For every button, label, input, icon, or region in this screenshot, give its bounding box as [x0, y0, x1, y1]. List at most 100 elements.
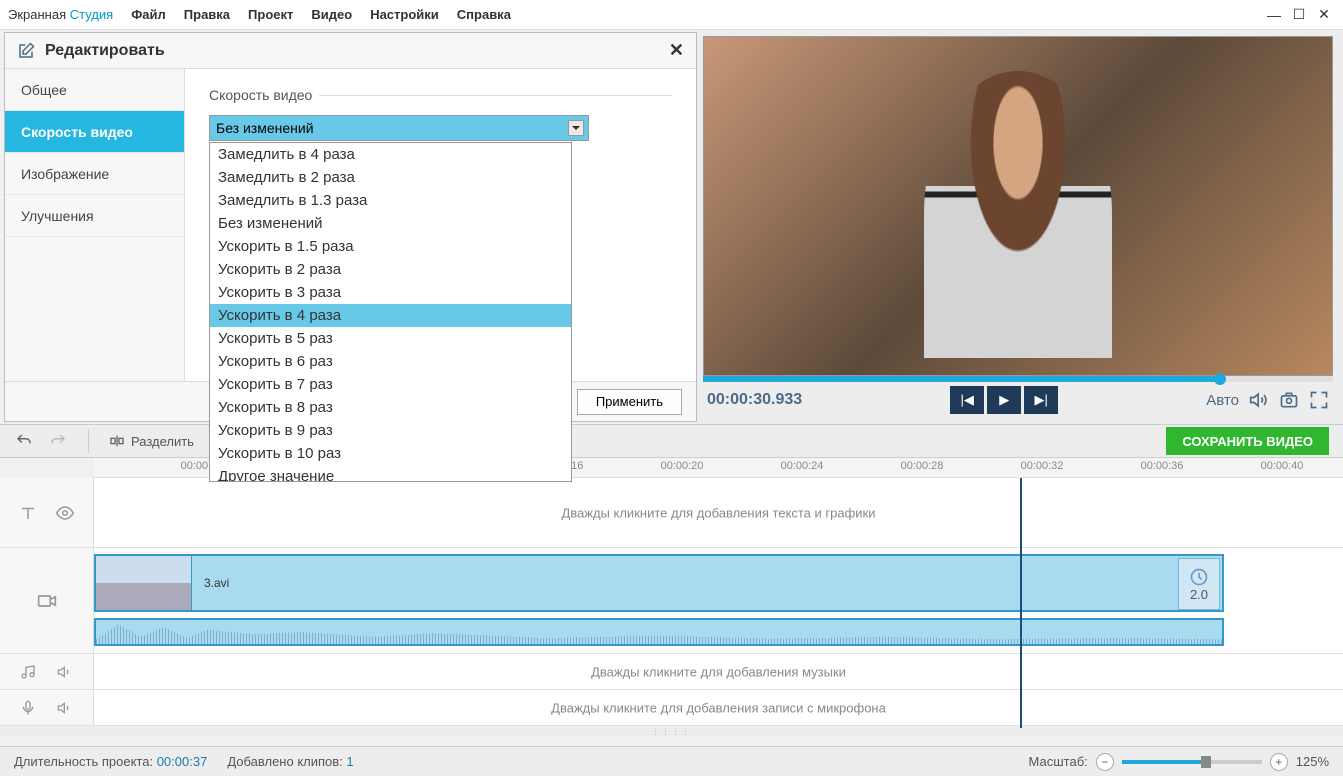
prev-button[interactable]: |◀: [950, 386, 984, 414]
speed-select[interactable]: Без изменений Замедлить в 4 разаЗамедлит…: [209, 115, 589, 141]
speed-option[interactable]: Ускорить в 9 раз: [210, 419, 571, 442]
auto-label[interactable]: Авто: [1206, 392, 1239, 409]
play-button[interactable]: ▶: [987, 386, 1021, 414]
preview-right-icons: Авто: [1206, 390, 1329, 410]
visibility-icon[interactable]: [56, 504, 74, 522]
timecode: 00:00:30.933: [707, 391, 802, 409]
timeline-toolbar: Разделить СОХРАНИТЬ ВИДЕО: [0, 424, 1343, 458]
track-text-gutter: [0, 478, 94, 547]
ruler-tick: 00:00:40: [1261, 460, 1304, 472]
fullscreen-icon[interactable]: [1309, 390, 1329, 410]
play-buttons: |◀ ▶ ▶|: [950, 386, 1058, 414]
playhead[interactable]: [1020, 478, 1022, 728]
redo-icon[interactable]: [48, 432, 68, 450]
speed-option[interactable]: Ускорить в 3 раза: [210, 281, 571, 304]
mic-track-icon[interactable]: [20, 700, 36, 716]
speed-option[interactable]: Ускорить в 8 раз: [210, 396, 571, 419]
timeline: Дважды кликните для добавления текста и …: [0, 478, 1343, 746]
speed-option[interactable]: Ускорить в 7 раз: [210, 373, 571, 396]
music-volume-icon[interactable]: [57, 664, 73, 680]
speed-option[interactable]: Замедлить в 1.3 раза: [210, 189, 571, 212]
minimize-button[interactable]: —: [1263, 4, 1285, 26]
zoom-slider[interactable]: [1122, 760, 1262, 764]
speed-option[interactable]: Ускорить в 2 раза: [210, 258, 571, 281]
speed-option[interactable]: Ускорить в 4 раза: [210, 304, 571, 327]
track-music-lane[interactable]: Дважды кликните для добавления музыки: [94, 654, 1343, 689]
speed-icon: [1189, 567, 1209, 587]
speed-dropdown: Замедлить в 4 разаЗамедлить в 2 разаЗаме…: [209, 142, 572, 482]
menu-video[interactable]: Видео: [311, 7, 352, 22]
clip-thumbnail: [96, 556, 192, 610]
zoom-in-button[interactable]: +: [1270, 753, 1288, 771]
tab-enhance[interactable]: Улучшения: [5, 195, 184, 237]
ruler-tick: 00:00:32: [1021, 460, 1064, 472]
duration-value: 00:00:37: [157, 754, 208, 769]
panel-tabs: Общее Скорость видео Изображение Улучшен…: [5, 69, 185, 381]
track-mic-lane[interactable]: Дважды кликните для добавления записи с …: [94, 690, 1343, 725]
speed-option[interactable]: Замедлить в 2 раза: [210, 166, 571, 189]
save-video-button[interactable]: СОХРАНИТЬ ВИДЕО: [1166, 427, 1329, 455]
track-mic: Дважды кликните для добавления записи с …: [0, 690, 1343, 726]
music-track-hint: Дважды кликните для добавления музыки: [94, 664, 1343, 679]
tab-general[interactable]: Общее: [5, 69, 184, 111]
text-track-icon[interactable]: [19, 504, 37, 522]
menu-help[interactable]: Справка: [457, 7, 511, 22]
zoom-out-button[interactable]: −: [1096, 753, 1114, 771]
preview-controls: 00:00:30.933 |◀ ▶ ▶| Авто: [703, 382, 1333, 418]
panel-title: Редактировать: [45, 42, 165, 60]
zoom-handle[interactable]: [1201, 756, 1211, 768]
volume-icon[interactable]: [1249, 390, 1269, 410]
playback-progress: [703, 376, 1220, 382]
speed-option[interactable]: Ускорить в 5 раз: [210, 327, 571, 350]
video-scene: [704, 37, 1332, 375]
tab-image[interactable]: Изображение: [5, 153, 184, 195]
video-preview[interactable]: [703, 36, 1333, 376]
snapshot-icon[interactable]: [1279, 390, 1299, 410]
panel-close-button[interactable]: ✕: [669, 40, 684, 61]
speed-option[interactable]: Ускорить в 10 раз: [210, 442, 571, 465]
speed-option[interactable]: Без изменений: [210, 212, 571, 235]
video-clip[interactable]: 3.avi 2.0: [94, 554, 1224, 612]
speed-section-label: Скорость видео: [209, 87, 672, 103]
status-right: Масштаб: − + 125%: [1029, 753, 1329, 771]
playback-bar[interactable]: [703, 376, 1333, 382]
text-track-hint: Дважды кликните для добавления текста и …: [94, 505, 1343, 520]
ruler-tick: 00:00:36: [1141, 460, 1184, 472]
menu-file[interactable]: Файл: [131, 7, 166, 22]
track-video-lane[interactable]: 3.avi 2.0 Пе: [94, 548, 1343, 653]
mic-volume-icon[interactable]: [57, 700, 73, 716]
speed-option[interactable]: Другое значение: [210, 465, 571, 482]
speed-option[interactable]: Замедлить в 4 раза: [210, 143, 571, 166]
split-button[interactable]: Разделить: [109, 433, 194, 449]
statusbar: Длительность проекта: 00:00:37 Добавлено…: [0, 746, 1343, 776]
dropdown-arrow-icon[interactable]: [568, 120, 584, 136]
music-track-icon[interactable]: [20, 664, 36, 680]
close-button[interactable]: ✕: [1313, 4, 1335, 26]
menu-settings[interactable]: Настройки: [370, 7, 439, 22]
zoom-value: 125%: [1296, 754, 1329, 769]
tab-speed[interactable]: Скорость видео: [5, 111, 184, 153]
mic-track-hint: Дважды кликните для добавления записи с …: [94, 700, 1343, 715]
apply-button[interactable]: Применить: [577, 389, 682, 415]
menu-edit[interactable]: Правка: [184, 7, 230, 22]
speed-option[interactable]: Ускорить в 6 раз: [210, 350, 571, 373]
track-video: 3.avi 2.0 Пе: [0, 548, 1343, 654]
speed-option[interactable]: Ускорить в 1.5 раза: [210, 235, 571, 258]
split-label: Разделить: [131, 434, 194, 449]
duration-label: Длительность проекта:: [14, 754, 153, 769]
video-track-icon[interactable]: [37, 591, 57, 611]
maximize-button[interactable]: ☐: [1288, 4, 1310, 26]
edit-panel: Редактировать ✕ Общее Скорость видео Изо…: [4, 32, 697, 422]
undo-icon[interactable]: [14, 432, 34, 450]
playback-handle[interactable]: [1214, 373, 1226, 385]
track-music-gutter: [0, 654, 94, 689]
panel-header: Редактировать ✕: [5, 33, 696, 69]
clips-value: 1: [346, 754, 353, 769]
menubar: Экранная Студия Файл Правка Проект Видео…: [0, 0, 1343, 30]
status-duration: Длительность проекта: 00:00:37: [14, 754, 207, 769]
timeline-grip[interactable]: ⋮⋮⋮⋮: [0, 726, 1343, 736]
audio-waveform[interactable]: [94, 618, 1224, 646]
track-text-lane[interactable]: Дважды кликните для добавления текста и …: [94, 478, 1343, 547]
next-button[interactable]: ▶|: [1024, 386, 1058, 414]
menu-project[interactable]: Проект: [248, 7, 293, 22]
